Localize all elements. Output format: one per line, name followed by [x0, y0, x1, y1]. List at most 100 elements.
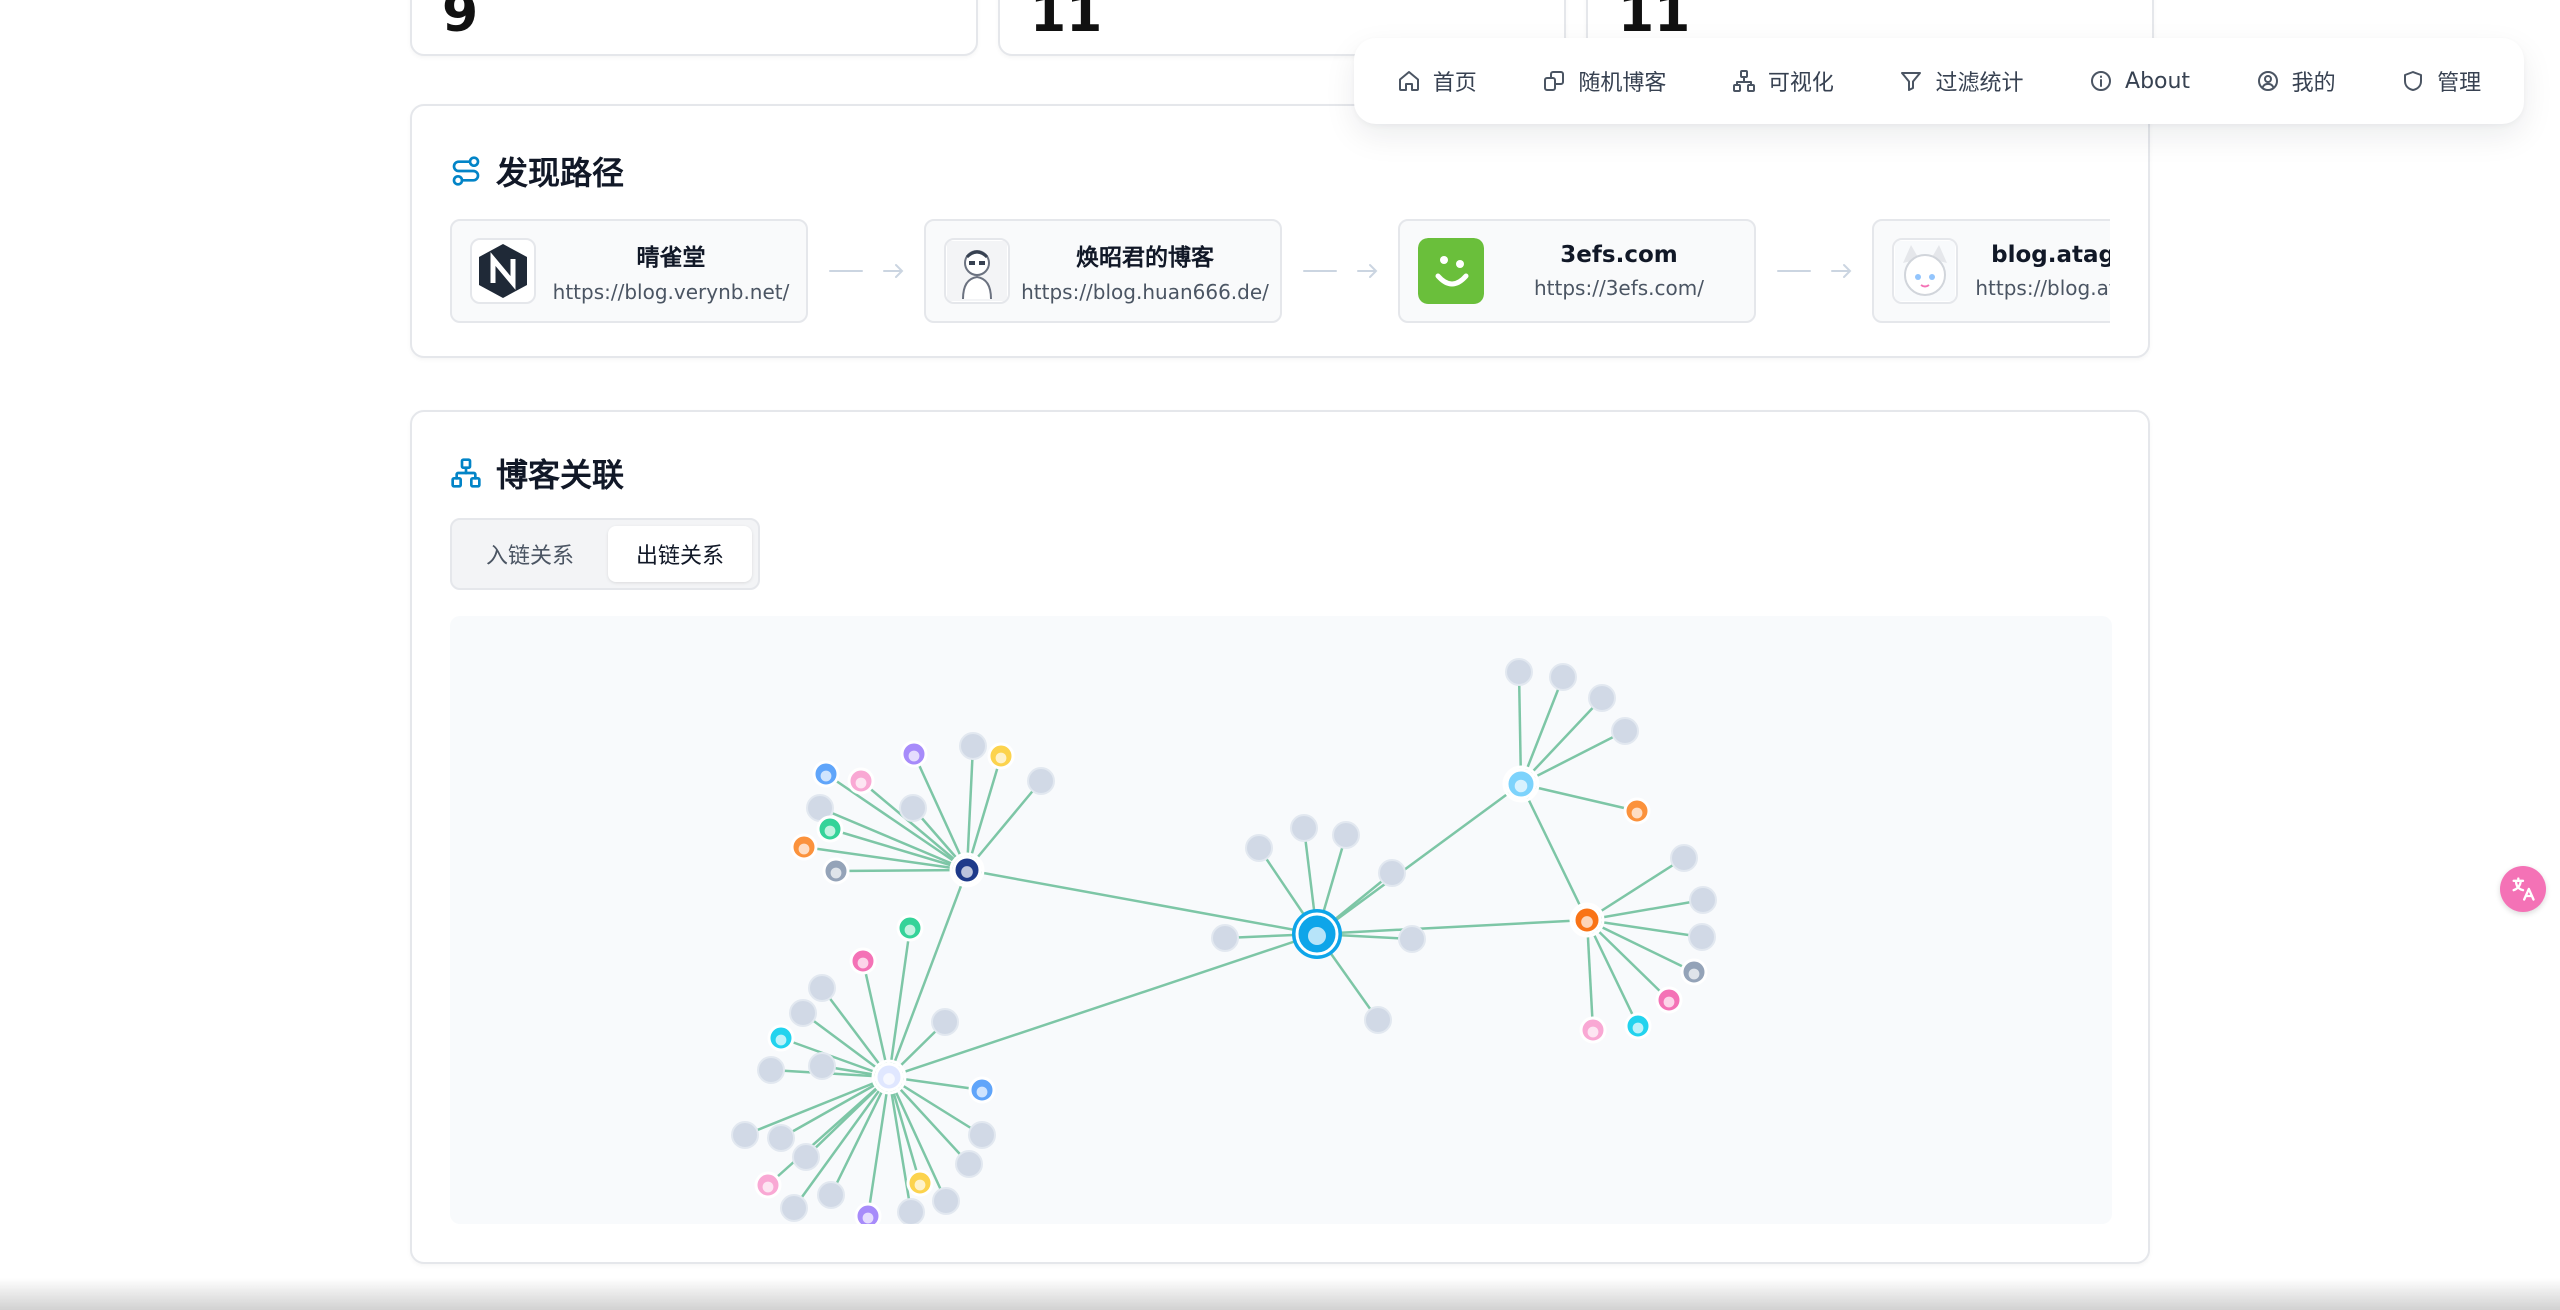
graph-node[interactable] — [780, 1194, 808, 1222]
translate-button[interactable] — [2500, 866, 2546, 912]
relation-graph[interactable] — [450, 616, 2112, 1224]
graph-node[interactable] — [1689, 886, 1717, 914]
graph-node[interactable] — [932, 1187, 960, 1215]
blog-node[interactable] — [817, 1181, 845, 1209]
blog-node[interactable] — [1027, 767, 1055, 795]
blog-node[interactable] — [1398, 925, 1426, 953]
blog-node[interactable] — [731, 1121, 759, 1149]
graph-hub-node[interactable] — [1572, 905, 1602, 935]
blog-node[interactable] — [792, 1143, 820, 1171]
nav-home[interactable]: 首页 — [1397, 65, 1477, 97]
blog-node[interactable] — [897, 1198, 925, 1224]
graph-node-avatar[interactable] — [790, 833, 818, 861]
graph-node[interactable] — [757, 1056, 785, 1084]
path-node-2[interactable]: 焕昭君的博客 https://blog.huan666.de/ — [924, 219, 1282, 323]
graph-node[interactable] — [1364, 1006, 1392, 1034]
graph-node[interactable] — [968, 1121, 996, 1149]
path-node-1[interactable]: 晴雀堂 https://blog.verynb.net/ — [450, 219, 808, 323]
nav-mine[interactable]: 我的 — [2256, 65, 2336, 97]
nav-random-blog[interactable]: 随机博客 — [1542, 65, 1666, 97]
blog-node[interactable] — [757, 1056, 785, 1084]
blog-node[interactable] — [1505, 658, 1533, 686]
blog-node[interactable] — [780, 1194, 808, 1222]
graph-hub-node[interactable] — [1505, 768, 1537, 800]
graph-node-avatar[interactable] — [847, 767, 875, 795]
graph-node[interactable] — [1670, 844, 1698, 872]
graph-node[interactable] — [1027, 767, 1055, 795]
graph-node[interactable] — [1505, 658, 1533, 686]
blog-node[interactable] — [955, 1150, 983, 1178]
graph-node-avatar[interactable] — [987, 742, 1015, 770]
graph-node[interactable] — [899, 794, 927, 822]
graph-node-avatar[interactable] — [900, 740, 928, 768]
graph-node[interactable] — [959, 732, 987, 760]
blog-node[interactable] — [767, 1124, 795, 1152]
graph-node[interactable] — [931, 1008, 959, 1036]
graph-node[interactable] — [1611, 717, 1639, 745]
blog-node[interactable] — [1290, 814, 1318, 842]
graph-node[interactable] — [1378, 859, 1406, 887]
nav-about[interactable]: About — [2089, 69, 2190, 94]
graph-node[interactable] — [817, 1181, 845, 1209]
blog-node[interactable] — [789, 999, 817, 1027]
graph-node-avatar[interactable] — [812, 760, 840, 788]
graph-node[interactable] — [792, 1143, 820, 1171]
graph-node-avatar[interactable] — [767, 1024, 795, 1052]
nav-filter-stats[interactable]: 过滤统计 — [1899, 65, 2023, 97]
graph-node-avatar[interactable] — [896, 914, 924, 942]
graph-node-avatar[interactable] — [822, 857, 850, 885]
graph-node[interactable] — [1588, 684, 1616, 712]
blog-node[interactable] — [1245, 834, 1273, 862]
graph-node[interactable] — [1549, 663, 1577, 691]
graph-node-avatar[interactable] — [816, 815, 844, 843]
blog-node[interactable] — [808, 1052, 836, 1080]
graph-node[interactable] — [897, 1198, 925, 1224]
graph-node[interactable] — [789, 999, 817, 1027]
blog-node[interactable] — [931, 1008, 959, 1036]
tab-inbound[interactable]: 入链关系 — [458, 526, 602, 582]
graph-node-avatar[interactable] — [1624, 1012, 1652, 1040]
blog-node[interactable] — [1670, 844, 1698, 872]
graph-node[interactable] — [1332, 821, 1360, 849]
graph-node[interactable] — [1290, 814, 1318, 842]
graph-node[interactable] — [808, 974, 836, 1002]
graph-node-avatar[interactable] — [754, 1171, 782, 1199]
graph-node-avatar[interactable] — [1623, 797, 1651, 825]
blog-node[interactable] — [968, 1121, 996, 1149]
graph-node-avatar[interactable] — [968, 1076, 996, 1104]
tab-outbound[interactable]: 出链关系 — [608, 526, 753, 582]
graph-node[interactable] — [1688, 923, 1716, 951]
nav-admin[interactable]: 管理 — [2401, 65, 2481, 97]
graph-node-avatar[interactable] — [906, 1169, 934, 1197]
graph-node[interactable] — [808, 1052, 836, 1080]
graph-node[interactable] — [1211, 924, 1239, 952]
blog-node[interactable] — [899, 794, 927, 822]
graph-node-avatar[interactable] — [849, 947, 877, 975]
graph-hub-node[interactable] — [874, 1062, 904, 1092]
nav-visualize[interactable]: 可视化 — [1732, 65, 1834, 97]
blog-node[interactable] — [1611, 717, 1639, 745]
graph-canvas[interactable] — [450, 616, 2112, 1224]
blog-node[interactable] — [1588, 684, 1616, 712]
blog-node[interactable] — [1211, 924, 1239, 952]
blog-node[interactable] — [808, 974, 836, 1002]
graph-node-avatar[interactable] — [1655, 986, 1683, 1014]
path-node-3[interactable]: 3efs.com https://3efs.com/ — [1398, 219, 1756, 323]
path-node-4[interactable]: blog.atago.moe https://blog.atago.moe/ — [1872, 219, 2110, 323]
graph-node-avatar[interactable] — [854, 1202, 882, 1224]
graph-node-avatar[interactable] — [1680, 958, 1708, 986]
graph-node-avatar[interactable] — [1579, 1016, 1607, 1044]
blog-node[interactable] — [1378, 859, 1406, 887]
graph-hub-node[interactable] — [952, 855, 982, 885]
blog-node[interactable] — [1688, 923, 1716, 951]
graph-node[interactable] — [767, 1124, 795, 1152]
graph-node[interactable] — [1398, 925, 1426, 953]
blog-node[interactable] — [1332, 821, 1360, 849]
blog-node[interactable] — [1689, 886, 1717, 914]
blog-node[interactable] — [1364, 1006, 1392, 1034]
blog-node[interactable] — [959, 732, 987, 760]
graph-node[interactable] — [955, 1150, 983, 1178]
graph-node[interactable] — [1245, 834, 1273, 862]
blog-node[interactable] — [1549, 663, 1577, 691]
blog-node[interactable] — [932, 1187, 960, 1215]
